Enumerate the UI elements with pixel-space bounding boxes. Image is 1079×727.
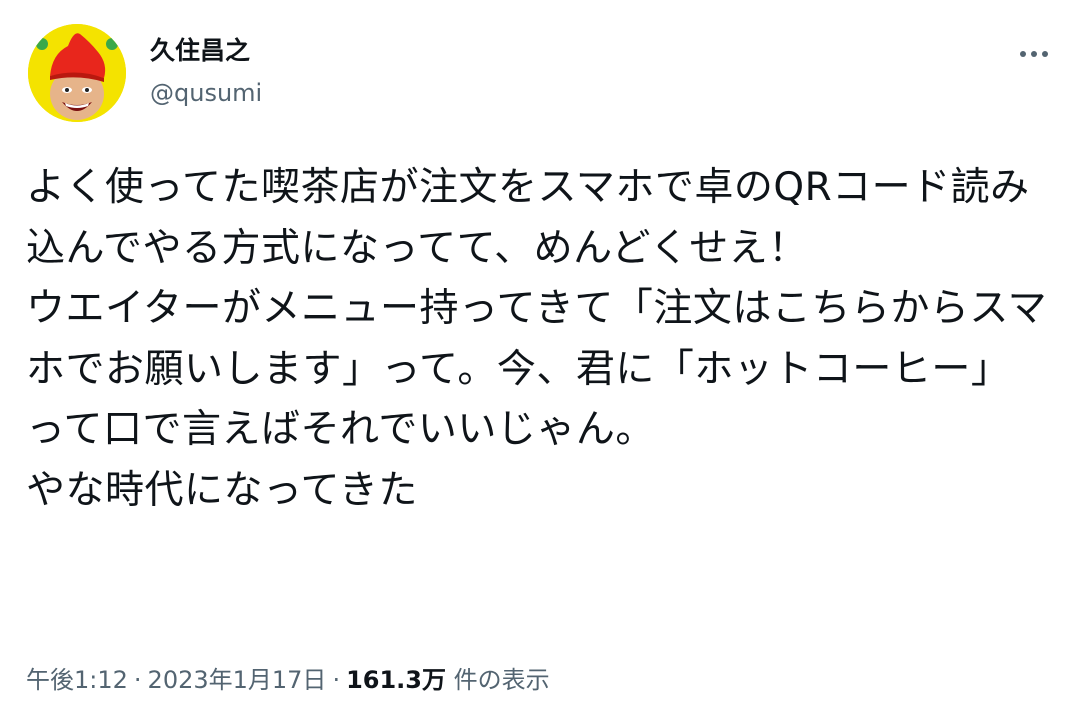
views-label: 件の表示	[453, 666, 550, 694]
tweet-time[interactable]: 午後1:12	[26, 666, 128, 694]
meta-separator: ·	[332, 666, 341, 694]
display-name[interactable]: 久住昌之	[150, 34, 262, 68]
avatar[interactable]	[28, 24, 126, 122]
views-count: 161.3万	[346, 666, 446, 694]
tweet-date[interactable]: 2023年1月17日	[148, 666, 327, 694]
user-handle[interactable]: @qusumi	[150, 76, 262, 110]
more-options-button[interactable]	[1012, 38, 1056, 70]
avatar-icon	[28, 24, 126, 122]
more-dots-icon	[1020, 51, 1048, 57]
tweet-text: よく使ってた喫茶店が注文をスマホで卓のQRコード読み込んでやる方式になってて、め…	[26, 165, 1048, 513]
meta-separator: ·	[133, 666, 142, 694]
author-info: 久住昌之 @qusumi	[150, 34, 262, 110]
tweet: 久住昌之 @qusumi よく使ってた喫茶店が注文をスマホで卓のQRコード読み込…	[0, 0, 1079, 727]
tweet-meta: 午後1:12 · 2023年1月17日 · 161.3万 件の表示	[26, 662, 550, 698]
